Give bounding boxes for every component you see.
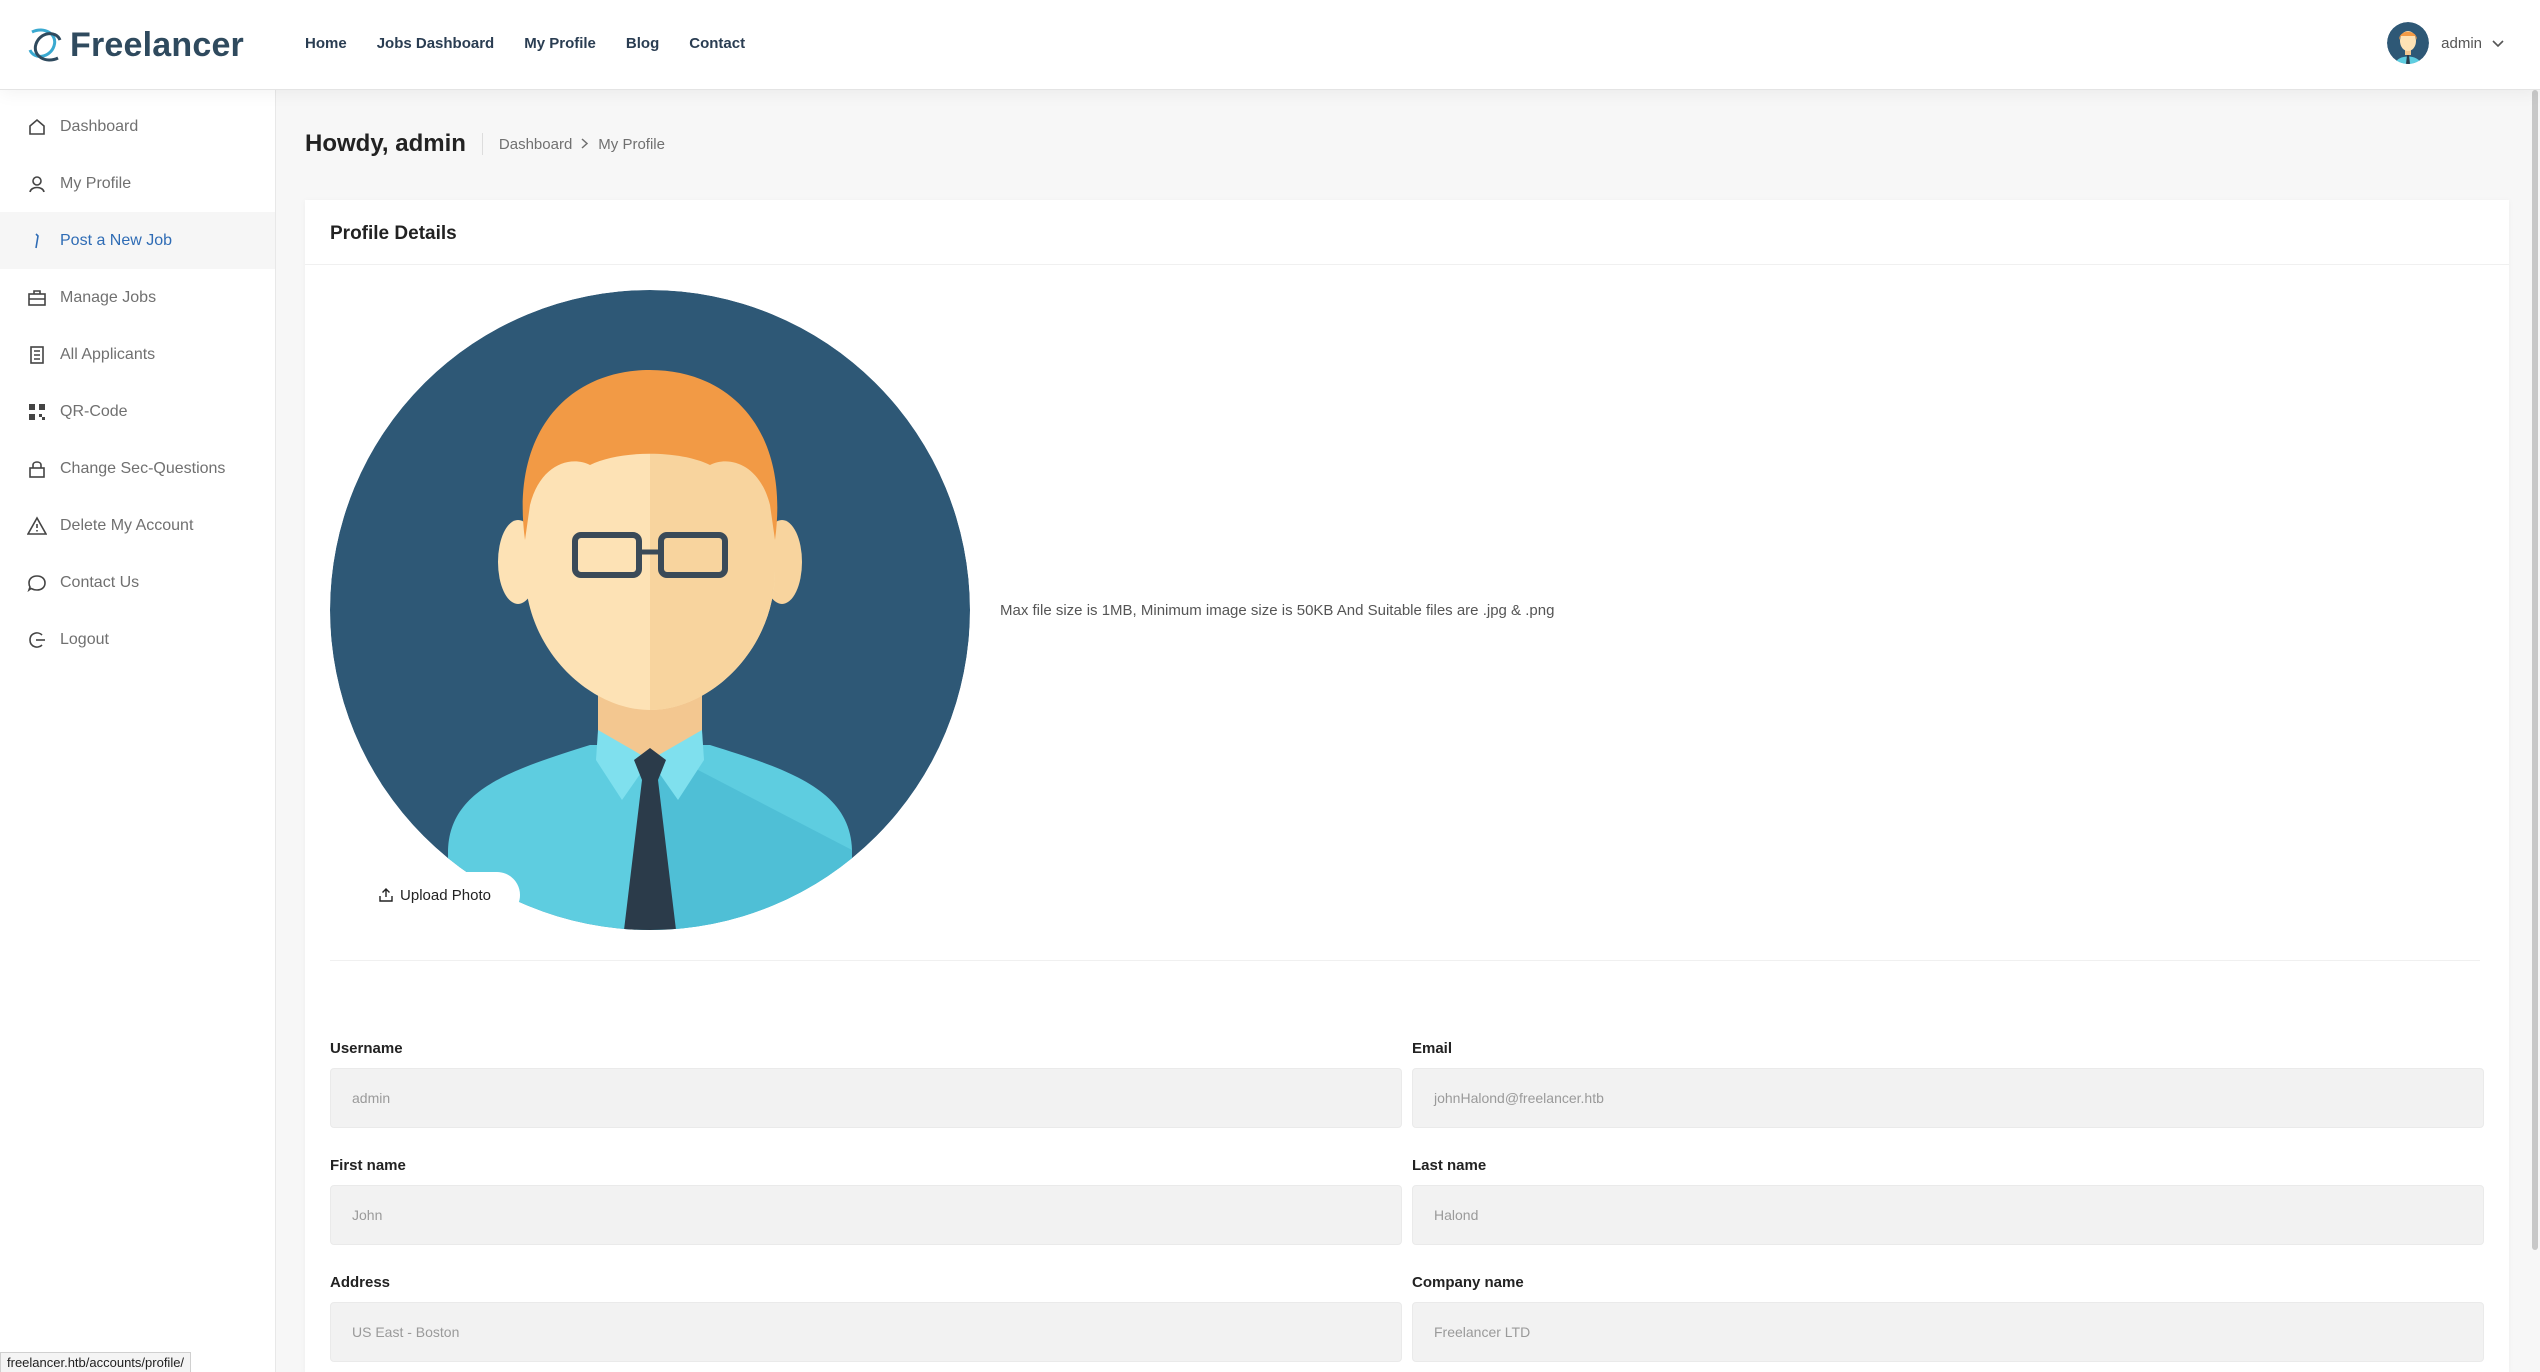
nav-my-profile[interactable]: My Profile xyxy=(524,33,596,55)
qr-icon xyxy=(26,401,48,423)
sidebar-item-label: Contact Us xyxy=(60,573,140,591)
sidebar-item-label: QR-Code xyxy=(60,402,128,420)
sidebar-item-label: Manage Jobs xyxy=(60,288,157,306)
page-title: Howdy, admin xyxy=(305,130,466,157)
file-size-note: Max file size is 1MB, Minimum image size… xyxy=(1000,602,1555,619)
sidebar-item-qr-code[interactable]: QR-Code xyxy=(0,383,275,440)
profile-avatar xyxy=(330,290,970,930)
top-header: Freelancer Home Jobs Dashboard My Profil… xyxy=(0,0,2540,90)
email-field[interactable]: johnHalond@freelancer.htb xyxy=(1412,1068,2484,1128)
heading-divider xyxy=(481,133,483,155)
nav-jobs-dashboard[interactable]: Jobs Dashboard xyxy=(377,33,495,55)
sidebar-item-label: Logout xyxy=(60,630,109,648)
breadcrumb: Dashboard My Profile xyxy=(499,136,665,153)
avatar xyxy=(2387,22,2430,64)
email-label: Email xyxy=(1412,1040,1453,1057)
sidebar: Dashboard My Profile Post a New Job Mana… xyxy=(0,90,276,1372)
sidebar-item-my-profile[interactable]: My Profile xyxy=(0,155,275,212)
username-label: Username xyxy=(330,1040,403,1057)
sidebar-item-label: Post a New Job xyxy=(60,231,173,249)
user-icon xyxy=(26,173,48,195)
sidebar-item-label: All Applicants xyxy=(60,345,156,363)
card-divider xyxy=(305,264,2509,265)
user-name: admin xyxy=(2441,34,2482,52)
section-divider xyxy=(330,960,2480,961)
sidebar-item-label: Change Sec-Questions xyxy=(60,459,226,477)
upload-photo-button[interactable]: Upload Photo xyxy=(350,872,520,918)
warning-icon xyxy=(26,515,48,537)
page-scrollbar[interactable] xyxy=(2530,90,2540,1372)
sidebar-item-post-job[interactable]: Post a New Job xyxy=(0,212,275,269)
sidebar-item-change-sec-questions[interactable]: Change Sec-Questions xyxy=(0,440,275,497)
company-name-field[interactable]: Freelancer LTD xyxy=(1412,1302,2484,1362)
chevron-down-icon xyxy=(2492,35,2504,51)
upload-icon xyxy=(379,888,393,902)
first-name-label: First name xyxy=(330,1157,406,1174)
sidebar-item-manage-jobs[interactable]: Manage Jobs xyxy=(0,269,275,326)
sidebar-item-label: My Profile xyxy=(60,174,132,192)
brand-name: Freelancer xyxy=(70,25,244,64)
main-nav: Home Jobs Dashboard My Profile Blog Cont… xyxy=(305,33,775,55)
last-name-field[interactable]: Halond xyxy=(1412,1185,2484,1245)
sidebar-item-label: Delete My Account xyxy=(60,516,194,534)
sidebar-item-dashboard[interactable]: Dashboard xyxy=(0,98,275,155)
company-name-label: Company name xyxy=(1412,1274,1524,1291)
nav-contact[interactable]: Contact xyxy=(689,33,745,55)
lock-icon xyxy=(26,458,48,480)
sidebar-item-logout[interactable]: Logout xyxy=(0,611,275,668)
sidebar-item-delete-account[interactable]: Delete My Account xyxy=(0,497,275,554)
pen-icon xyxy=(26,230,48,252)
home-icon xyxy=(26,116,48,138)
user-menu[interactable]: admin xyxy=(2387,22,2504,64)
logo-icon xyxy=(28,28,62,62)
sidebar-item-all-applicants[interactable]: All Applicants xyxy=(0,326,275,383)
address-field[interactable]: US East - Boston xyxy=(330,1302,1402,1362)
list-icon xyxy=(26,344,48,366)
chat-icon xyxy=(26,572,48,594)
sidebar-item-contact-us[interactable]: Contact Us xyxy=(0,554,275,611)
link-status-bar: freelancer.htb/accounts/profile/ xyxy=(0,1352,192,1372)
last-name-label: Last name xyxy=(1412,1157,1487,1174)
first-name-field[interactable]: John xyxy=(330,1185,1402,1245)
breadcrumb-dashboard[interactable]: Dashboard xyxy=(499,136,572,153)
breadcrumb-current: My Profile xyxy=(598,135,665,153)
username-field[interactable]: admin xyxy=(330,1068,1402,1128)
briefcase-icon xyxy=(26,287,48,309)
scrollbar-thumb[interactable] xyxy=(2532,90,2538,1250)
profile-card: Profile Details Upload Photo Max file si… xyxy=(305,200,2509,1372)
brand-logo[interactable]: Freelancer xyxy=(24,22,244,68)
nav-blog[interactable]: Blog xyxy=(626,33,659,55)
nav-home[interactable]: Home xyxy=(305,33,347,55)
address-label: Address xyxy=(330,1274,391,1291)
page-heading: Howdy, admin Dashboard My Profile xyxy=(305,130,665,158)
chevron-right-icon xyxy=(581,136,589,152)
card-title: Profile Details xyxy=(330,223,457,244)
logout-icon xyxy=(26,629,48,651)
upload-photo-label: Upload Photo xyxy=(400,886,491,904)
sidebar-item-label: Dashboard xyxy=(60,117,139,135)
